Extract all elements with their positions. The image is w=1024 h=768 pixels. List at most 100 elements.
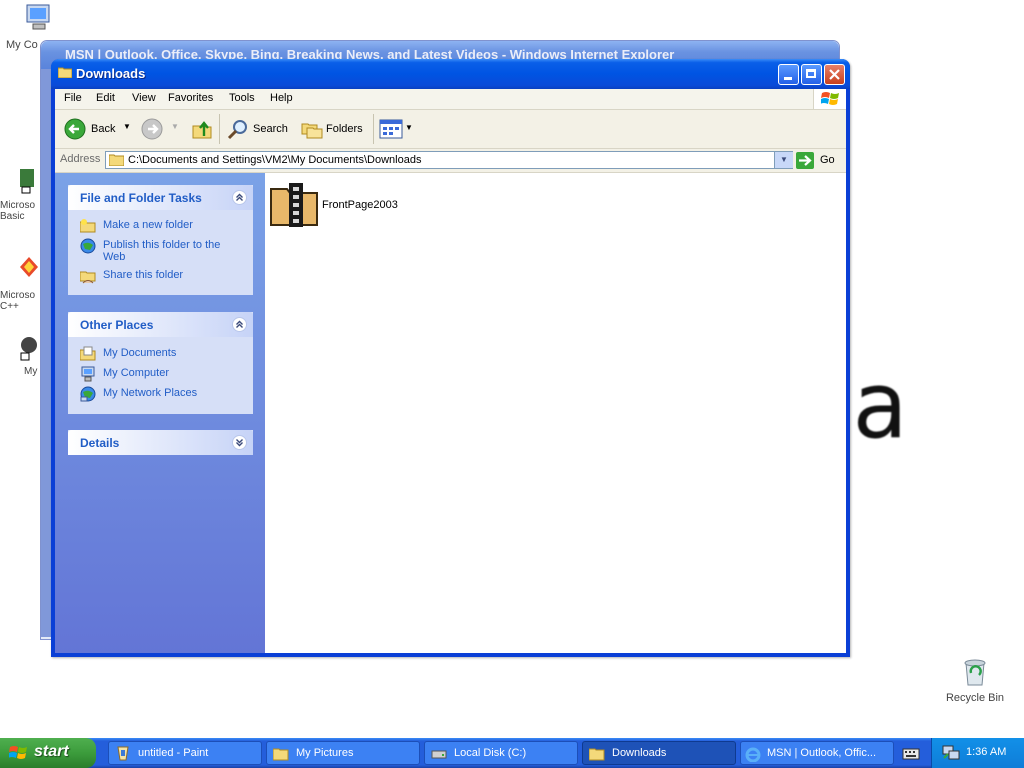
other-places-panel: Other Places My Documents My Computer My… (68, 312, 253, 414)
panel-title: Other Places (80, 318, 154, 332)
taskbar-item-msn-ie[interactable]: MSN | Outlook, Offic... (740, 741, 894, 765)
maximize-icon (806, 69, 816, 78)
go-button[interactable]: Go (796, 151, 842, 170)
menu-file[interactable]: File (64, 92, 82, 104)
views-dropdown-icon: ▼ (405, 123, 413, 132)
details-panel: Details (68, 430, 253, 455)
desktop-icon-my[interactable]: My (18, 335, 42, 377)
folders-icon (301, 123, 323, 139)
menu-view[interactable]: View (132, 92, 156, 104)
window-title: Downloads (76, 66, 146, 81)
internet-explorer-icon (745, 747, 761, 762)
desktop-icon-label: My (24, 366, 38, 377)
shortcut-app-icon (20, 169, 34, 194)
panel-title: Details (80, 436, 120, 450)
forward-dropdown-icon: ▼ (171, 122, 179, 131)
windows-flag-icon (9, 746, 27, 759)
place-label: My Network Places (103, 387, 198, 399)
keyboard-language-icon[interactable] (902, 745, 920, 761)
taskbar-item-label: MSN | Outlook, Offic... (767, 747, 877, 759)
folder-icon (109, 154, 124, 166)
address-label: Address (60, 153, 101, 165)
taskbar-item-label: untitled - Paint (138, 747, 209, 759)
minimize-button[interactable] (778, 64, 799, 85)
taskbar-item-my-pictures[interactable]: My Pictures (266, 741, 420, 765)
taskbar-item-label: Local Disk (C:) (454, 747, 527, 759)
close-icon (829, 69, 840, 80)
forward-button[interactable]: ▼ (141, 113, 181, 145)
close-button[interactable] (824, 64, 845, 85)
taskbar-item-paint[interactable]: untitled - Paint (108, 741, 262, 765)
network-places-icon (80, 386, 96, 402)
new-folder-icon (80, 219, 96, 233)
address-path: C:\Documents and Settings\VM2\My Documen… (128, 154, 422, 166)
address-input[interactable]: C:\Documents and Settings\VM2\My Documen… (105, 151, 793, 169)
address-bar: Address C:\Documents and Settings\VM2\My… (55, 149, 846, 173)
place-label: My Documents (103, 347, 177, 359)
back-arrow-icon (64, 118, 86, 140)
system-tray: 1:36 AM (931, 738, 1024, 768)
task-pane: File and Folder Tasks Make a new folder … (55, 173, 265, 653)
file-list: FrontPage2003 (265, 173, 846, 653)
start-label: start (34, 743, 69, 760)
folders-label: Folders (326, 123, 363, 135)
search-label: Search (253, 123, 288, 135)
panel-header[interactable]: File and Folder Tasks (68, 185, 253, 210)
windows-flag-icon (821, 92, 839, 105)
panel-header[interactable]: Details (68, 430, 253, 455)
window-client: File Edit View Favorites Tools Help Back… (55, 89, 846, 653)
views-button[interactable]: ▼ (379, 116, 415, 142)
file-item[interactable]: FrontPage2003 (269, 177, 409, 231)
window-titlebar[interactable]: Downloads (51, 59, 850, 89)
menu-help[interactable]: Help (270, 92, 293, 104)
shortcut-app-icon (20, 257, 38, 277)
start-button[interactable]: start (0, 738, 96, 768)
file-name: FrontPage2003 (322, 199, 398, 211)
task-label: Share this folder (103, 269, 184, 281)
desktop-icon-basic[interactable]: Microso Basic (0, 165, 40, 222)
windows-logo (813, 89, 846, 109)
menu-favorites[interactable]: Favorites (168, 92, 213, 104)
my-computer-icon (81, 366, 95, 382)
chevron-down-icon: ▼ (780, 155, 788, 164)
folders-button[interactable]: Folders (299, 113, 369, 145)
back-button[interactable]: Back ▼ (61, 113, 135, 145)
panel-header[interactable]: Other Places (68, 312, 253, 337)
taskbar: start untitled - Paint My Pictures Local… (0, 738, 1024, 768)
clock[interactable]: 1:36 AM (966, 746, 1006, 758)
toolbar-separator (219, 114, 220, 144)
expand-icon[interactable] (232, 435, 247, 450)
back-label: Back (91, 123, 116, 135)
search-icon (227, 120, 247, 140)
address-dropdown-button[interactable]: ▼ (774, 152, 793, 168)
menu-edit[interactable]: Edit (96, 92, 115, 104)
taskbar-item-local-disk[interactable]: Local Disk (C:) (424, 741, 578, 765)
place-label: My Computer (103, 367, 170, 379)
task-label: Make a new folder (103, 219, 193, 231)
menu-tools[interactable]: Tools (229, 92, 255, 104)
folder-icon (58, 67, 72, 78)
taskbar-item-downloads[interactable]: Downloads (582, 741, 736, 765)
back-dropdown-icon[interactable]: ▼ (123, 122, 131, 131)
collapse-icon[interactable] (232, 190, 247, 205)
desktop-icon-recycle-bin[interactable]: Recycle Bin (936, 655, 1014, 704)
folder-icon (273, 748, 289, 761)
maximize-button[interactable] (801, 64, 822, 85)
taskbar-item-label: Downloads (612, 747, 667, 759)
taskbar-item-label: My Pictures (296, 747, 354, 759)
drive-icon (431, 750, 447, 759)
desktop-icon-label: Recycle Bin (945, 692, 1005, 704)
desktop-icon-cpp[interactable]: Microso C++ (0, 255, 40, 312)
ie-window-edge (41, 69, 51, 637)
my-computer-icon (26, 4, 50, 30)
network-tray-icon[interactable] (942, 745, 960, 761)
share-folder-icon (80, 271, 96, 284)
collapse-icon[interactable] (232, 317, 247, 332)
downloads-window[interactable]: Downloads File Edit View Favorites Tools… (51, 59, 850, 657)
search-button[interactable]: Search (225, 113, 293, 145)
zip-folder-icon (270, 183, 318, 227)
panel-title: File and Folder Tasks (80, 191, 202, 205)
publish-web-icon (80, 238, 96, 254)
file-folder-tasks-panel: File and Folder Tasks Make a new folder … (68, 185, 253, 295)
up-folder-icon[interactable] (191, 118, 213, 140)
